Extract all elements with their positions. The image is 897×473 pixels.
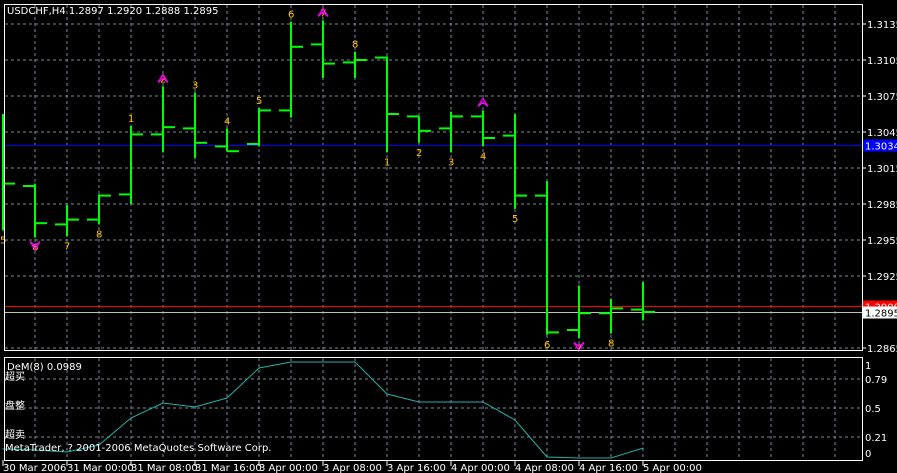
dem-point: [482, 401, 484, 403]
bar-count-label: 3: [448, 157, 454, 168]
price-line-value: 1.2895: [865, 309, 897, 320]
chart-canvas: 1.30341.29001.2895 56781234567812345678 …: [0, 4, 897, 473]
bar-count-label: 1: [384, 157, 390, 168]
x-tick-label: 30 Mar 2006: [3, 463, 66, 473]
dem-point: [546, 456, 548, 458]
bar-count-label: 7: [64, 241, 70, 252]
symbol-header: USDCHF,H4 1.2897 1.2920 1.2888 1.2895: [7, 6, 218, 17]
x-tick-label: 4 Apr 00:00: [451, 463, 510, 473]
dem-point: [450, 401, 452, 403]
x-tick-label: 3 Apr 16:00: [387, 463, 446, 473]
dem-point: [2, 448, 4, 450]
bar-count-label: 5: [512, 214, 518, 225]
axes: 1.3135 1.3105 1.3075 1.3045 1.3015 1.2985 1.29…: [2, 20, 897, 473]
dem-point: [290, 361, 292, 363]
copyright-text: MetaTrader, ? 2001-2006 MetaQuotes Softw…: [5, 443, 271, 454]
x-tick-label: 31 Mar 16:00: [195, 463, 262, 473]
x-tick-label: 4 Apr 16:00: [579, 463, 638, 473]
dem-point: [322, 361, 324, 363]
x-tick-label: 4 Apr 08:00: [515, 463, 574, 473]
bar-count-label: 6: [544, 340, 550, 351]
y-tick-label: 1.3015: [867, 164, 897, 175]
zone-oversold: 超卖: [5, 428, 25, 441]
dem-tick-label: 0: [865, 449, 871, 460]
y-tick-label: 1.3075: [867, 92, 897, 103]
y-tick-label: 1.2925: [867, 272, 897, 283]
grid: [5, 5, 862, 460]
dem-point: [418, 401, 420, 403]
price-line-value: 1.3034: [865, 142, 897, 153]
bar-count-label: 2: [416, 148, 422, 159]
x-tick-label: 31 Mar 00:00: [67, 463, 134, 473]
x-tick-label: 3 Apr 08:00: [323, 463, 382, 473]
dem-tick-label: 1: [865, 361, 871, 372]
dem-point: [354, 361, 356, 363]
x-tick-label: 31 Mar 08:00: [131, 463, 198, 473]
dem-tick-label: 0.21: [865, 433, 887, 444]
y-tick-label: 1.3045: [867, 128, 897, 139]
x-tick-label: 5 Apr 00:00: [643, 463, 702, 473]
dem-point: [642, 447, 644, 449]
dem-point: [610, 457, 612, 459]
main-chart-frame: [4, 4, 863, 351]
dem-point: [162, 402, 164, 404]
y-tick-label: 1.2865: [867, 344, 897, 355]
bar-count-label: 8: [96, 229, 102, 240]
y-tick-label: 1.2985: [867, 200, 897, 211]
bar-count-label: 4: [480, 151, 486, 162]
bar-count-label: 1: [128, 114, 134, 125]
bar-count-label: 5: [256, 96, 262, 107]
bar-count-label: 6: [288, 10, 294, 21]
dem-point: [194, 406, 196, 408]
bar-count-label: 8: [352, 40, 358, 51]
bar-count-label: 8: [608, 339, 614, 350]
price-bars: [2, 20, 655, 339]
bar-count-label: 4: [224, 116, 230, 127]
dem-tick-label: 0.5: [865, 404, 881, 415]
bar-count-label: 5: [0, 235, 6, 246]
y-tick-label: 1.3105: [867, 56, 897, 67]
y-tick-label: 1.2955: [867, 236, 897, 247]
x-tick-label: 3 Apr 00:00: [259, 463, 318, 473]
dem-point: [514, 419, 516, 421]
dem-point: [130, 417, 132, 419]
zone-overbought: 超买: [5, 370, 25, 383]
dem-point: [226, 397, 228, 399]
bar-count-label: 3: [192, 80, 198, 91]
dem-point: [258, 367, 260, 369]
arrow-up-icon: [477, 97, 489, 107]
zone-neutral: 盘整: [5, 399, 25, 412]
dem-point: [578, 457, 580, 459]
dem-tick-label: 0.79: [865, 375, 887, 386]
y-tick-label: 1.3135: [867, 20, 897, 31]
dem-point: [386, 393, 388, 395]
